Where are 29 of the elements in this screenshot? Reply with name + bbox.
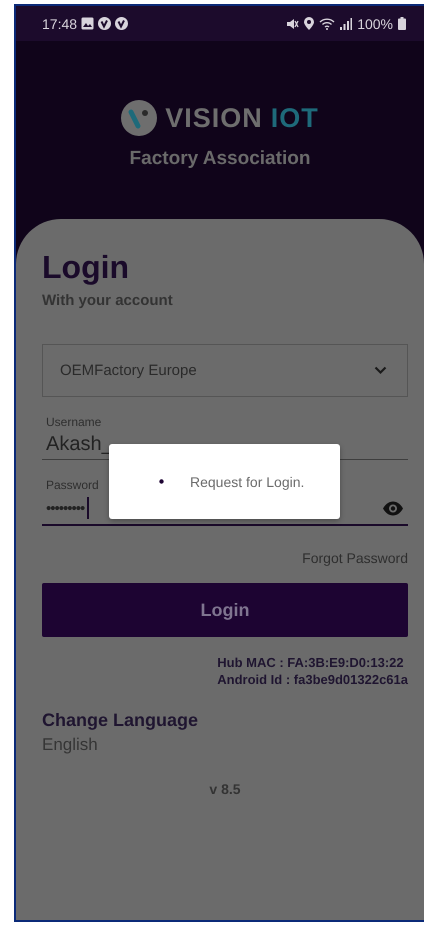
- login-title: Login: [42, 249, 130, 286]
- logo-icon: [121, 100, 158, 136]
- app-subtitle: Factory Association: [130, 148, 310, 170]
- username-label: Username: [46, 415, 102, 429]
- password-label: Password: [46, 478, 99, 492]
- brand-name-accent: IOT: [270, 102, 319, 134]
- battery-percent: 100%: [357, 16, 393, 32]
- eye-icon[interactable]: [382, 500, 404, 516]
- mute-icon: [286, 18, 300, 30]
- wifi-icon: [319, 18, 336, 30]
- location-icon: [304, 17, 314, 30]
- status-time: 17:48: [42, 16, 78, 32]
- app-icon: [115, 17, 128, 30]
- chevron-down-icon: [374, 366, 387, 375]
- forgot-password-link[interactable]: Forgot Password: [302, 550, 408, 566]
- version-text: v 8.5: [209, 781, 241, 797]
- image-icon: [81, 17, 94, 30]
- spinner-icon: [159, 479, 164, 484]
- login-subtitle: With your account: [42, 292, 174, 309]
- android-id-text: Android Id : fa3be9d01322c61a: [217, 671, 408, 688]
- dialog-message: Request for Login.: [190, 474, 304, 490]
- login-button[interactable]: Login: [42, 583, 408, 637]
- hub-mac-text: Hub MAC : FA:3B:E9:D0:13:22: [217, 654, 405, 671]
- change-language-title: Change Language: [42, 710, 200, 731]
- battery-icon: [398, 17, 406, 30]
- app-icon: [98, 17, 112, 30]
- factory-dropdown[interactable]: OEMFactory Europe: [42, 344, 408, 397]
- signal-icon: [340, 18, 352, 30]
- brand-name: VISION: [165, 102, 263, 134]
